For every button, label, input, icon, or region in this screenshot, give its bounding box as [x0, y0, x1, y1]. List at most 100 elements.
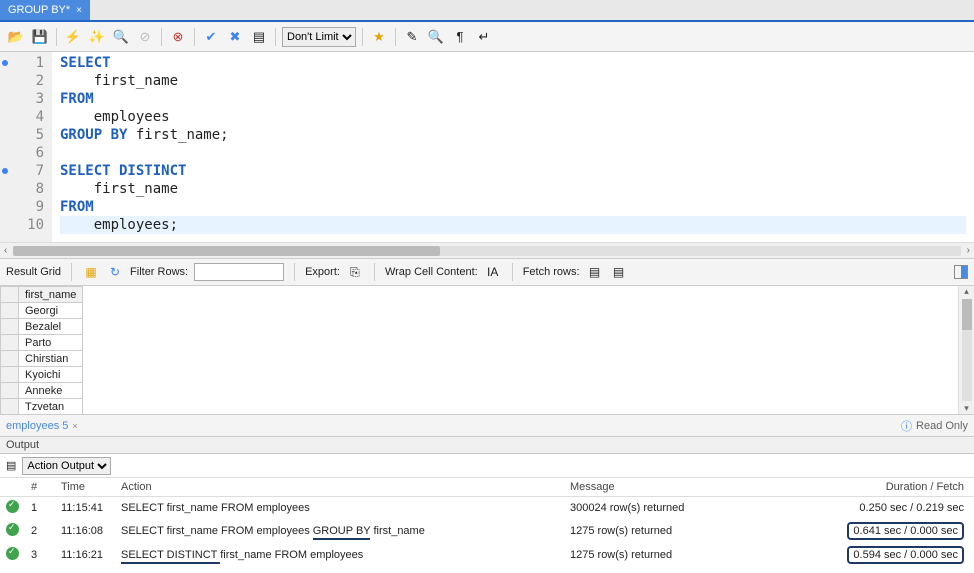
open-icon[interactable]: 📂	[6, 27, 26, 47]
cell[interactable]: Parto	[19, 335, 83, 351]
row-num: 1	[25, 497, 55, 520]
execute-step-icon[interactable]: ✨	[87, 27, 107, 47]
separator	[294, 263, 295, 281]
toggle-ac-icon[interactable]: ✔	[201, 27, 221, 47]
separator	[362, 28, 363, 46]
cell[interactable]: Bezalel	[19, 319, 83, 335]
tab-bar: GROUP BY* ×	[0, 0, 974, 22]
sql-editor[interactable]: 12345678910 SELECT first_nameFROM employ…	[0, 52, 974, 242]
stop-icon[interactable]: ⊘	[135, 27, 155, 47]
beautify-icon[interactable]: ★	[369, 27, 389, 47]
separator	[275, 28, 276, 46]
row-time: 11:16:08	[55, 519, 115, 543]
commit-icon[interactable]: ⊗	[168, 27, 188, 47]
wrap-icon[interactable]: ↵	[474, 27, 494, 47]
scroll-left-icon[interactable]: ‹	[4, 245, 7, 256]
cell[interactable]: Kyoichi	[19, 367, 83, 383]
code-line[interactable]	[60, 144, 966, 162]
code-line[interactable]: employees	[60, 108, 966, 126]
execute-icon[interactable]: ⚡	[63, 27, 83, 47]
code-line[interactable]: SELECT DISTINCT	[60, 162, 966, 180]
output-panel-header: Output	[0, 436, 974, 454]
wrap-cell-icon[interactable]: IA	[484, 263, 502, 281]
settings-icon[interactable]: ▤	[249, 27, 269, 47]
grid-view-icon[interactable]: ▦	[82, 263, 100, 281]
row-message: 1275 row(s) returned	[564, 543, 824, 567]
close-icon[interactable]: ×	[72, 421, 77, 431]
readonly-indicator: ⓘ Read Only	[901, 418, 968, 434]
breakpoint-dot	[2, 168, 8, 174]
table-row[interactable]: Georgi	[1, 303, 83, 319]
close-icon[interactable]: ×	[76, 5, 82, 16]
table-row[interactable]: Tzvetan	[1, 399, 83, 415]
vscroll-track[interactable]	[962, 299, 972, 401]
editor-tab[interactable]: GROUP BY* ×	[0, 0, 90, 20]
panel-toggle[interactable]	[954, 265, 968, 279]
code-line[interactable]: first_name	[60, 72, 966, 90]
result-grid-label: Result Grid	[6, 266, 61, 278]
invisible-icon[interactable]: ¶	[450, 27, 470, 47]
output-row[interactable]: 111:15:41SELECT first_name FROM employee…	[0, 497, 974, 520]
scroll-thumb[interactable]	[13, 246, 439, 256]
row-action: SELECT first_name FROM employees GROUP B…	[115, 519, 564, 543]
line-number: 5	[4, 126, 44, 144]
separator	[194, 28, 195, 46]
scroll-track[interactable]	[13, 246, 960, 256]
filter-rows-input[interactable]	[194, 263, 284, 281]
save-icon[interactable]: 💾	[30, 27, 50, 47]
output-row[interactable]: 311:16:21SELECT DISTINCT first_name FROM…	[0, 543, 974, 567]
col-action: Action	[115, 478, 564, 497]
editor-hscroll[interactable]: ‹ ›	[0, 242, 974, 258]
output-type-select[interactable]: Action Output	[22, 457, 111, 475]
table-row[interactable]: Parto	[1, 335, 83, 351]
export-label: Export:	[305, 266, 340, 278]
code-line[interactable]: FROM	[60, 90, 966, 108]
cell[interactable]: Georgi	[19, 303, 83, 319]
cell[interactable]: Tzvetan	[19, 399, 83, 415]
output-table: # Time Action Message Duration / Fetch 1…	[0, 478, 974, 573]
line-number: 2	[4, 72, 44, 90]
table-row[interactable]: Chirstian	[1, 351, 83, 367]
column-header[interactable]: first_name	[19, 287, 83, 303]
cell[interactable]: Chirstian	[19, 351, 83, 367]
find-icon[interactable]: ✎	[402, 27, 422, 47]
wrap-label: Wrap Cell Content:	[385, 266, 478, 278]
cell[interactable]: Anneke	[19, 383, 83, 399]
line-number: 6	[4, 144, 44, 162]
refresh-icon[interactable]: ↻	[106, 263, 124, 281]
tab-title: GROUP BY*	[8, 4, 70, 16]
info-icon: ⓘ	[901, 418, 912, 434]
separator	[512, 263, 513, 281]
line-number: 9	[4, 198, 44, 216]
code-line[interactable]: employees;	[60, 216, 966, 234]
col-message: Message	[564, 478, 824, 497]
explain-icon[interactable]: 🔍	[111, 27, 131, 47]
code-line[interactable]: GROUP BY first_name;	[60, 126, 966, 144]
grid-vscroll[interactable]: ▴ ▾	[958, 286, 974, 414]
result-grid[interactable]: first_name GeorgiBezalelPartoChirstianKy…	[0, 286, 958, 414]
result-tab[interactable]: employees 5 ×	[6, 420, 78, 432]
scroll-down-icon[interactable]: ▾	[964, 403, 969, 414]
cancel-icon[interactable]: ✖	[225, 27, 245, 47]
output-menu-icon[interactable]: ▤	[6, 459, 16, 472]
code-line[interactable]: SELECT	[60, 54, 966, 72]
grid-footer: employees 5 × ⓘ Read Only	[0, 414, 974, 436]
export-icon[interactable]: ⎘	[346, 263, 364, 281]
row-num: 2	[25, 519, 55, 543]
vscroll-thumb[interactable]	[962, 299, 972, 330]
code-line[interactable]: first_name	[60, 180, 966, 198]
row-time: 11:16:21	[55, 543, 115, 567]
table-row[interactable]: Bezalel	[1, 319, 83, 335]
scroll-right-icon[interactable]: ›	[967, 245, 970, 256]
table-row[interactable]: Anneke	[1, 383, 83, 399]
output-row[interactable]: 211:16:08SELECT first_name FROM employee…	[0, 519, 974, 543]
table-row[interactable]: Kyoichi	[1, 367, 83, 383]
code-line[interactable]: FROM	[60, 198, 966, 216]
search-icon[interactable]: 🔍	[426, 27, 446, 47]
fetch-all-icon[interactable]: ▤	[610, 263, 628, 281]
col-time: Time	[55, 478, 115, 497]
fetch-next-icon[interactable]: ▤	[586, 263, 604, 281]
limit-select[interactable]: Don't Limit	[282, 27, 356, 47]
scroll-up-icon[interactable]: ▴	[964, 286, 969, 297]
code-area[interactable]: SELECT first_nameFROM employeesGROUP BY …	[52, 52, 974, 242]
